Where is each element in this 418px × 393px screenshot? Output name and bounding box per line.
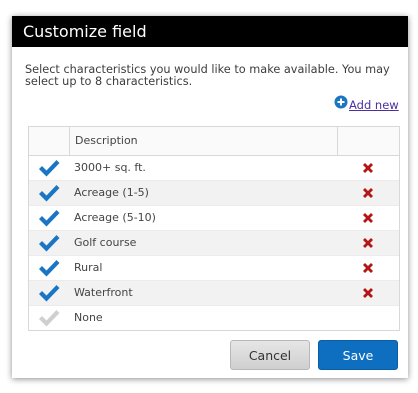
delete-x-icon[interactable] xyxy=(362,212,374,224)
checkmark-unselected-icon[interactable] xyxy=(38,309,60,328)
add-new-label[interactable]: Add new xyxy=(349,98,399,112)
table-row[interactable]: Golf course xyxy=(29,231,399,256)
instructions-text: Select characteristics you would like to… xyxy=(25,63,390,88)
row-description: Rural xyxy=(74,261,103,274)
table-row[interactable]: None xyxy=(29,306,399,330)
table-row[interactable]: Acreage (5-10) xyxy=(29,206,399,231)
check-cell xyxy=(29,184,69,203)
row-description: Waterfront xyxy=(74,286,133,299)
dialog-titlebar: Customize field xyxy=(12,16,408,47)
table-row[interactable]: Acreage (1-5) xyxy=(29,181,399,206)
characteristics-grid: Description 3000+ sq. ft. Acreage (1-5) Ac… xyxy=(28,126,400,331)
checkmark-icon[interactable] xyxy=(38,284,60,303)
grid-body: 3000+ sq. ft. Acreage (1-5) Acreage (5-10)… xyxy=(29,156,399,330)
grid-header: Description xyxy=(29,127,399,156)
header-check-column xyxy=(29,127,70,155)
row-description: Acreage (5-10) xyxy=(74,211,156,224)
row-description: Acreage (1-5) xyxy=(74,186,149,199)
header-delete-column xyxy=(338,127,399,155)
check-cell xyxy=(29,159,69,178)
delete-cell xyxy=(337,287,399,299)
check-cell xyxy=(29,259,69,278)
delete-x-icon[interactable] xyxy=(362,287,374,299)
dialog-title: Customize field xyxy=(23,22,147,41)
delete-x-icon[interactable] xyxy=(362,187,374,199)
add-new-link[interactable]: Add new xyxy=(334,93,399,112)
save-button[interactable]: Save xyxy=(318,340,398,370)
plus-circle-icon xyxy=(334,95,348,109)
delete-cell xyxy=(337,187,399,199)
delete-cell xyxy=(337,262,399,274)
checkmark-icon[interactable] xyxy=(38,209,60,228)
checkmark-icon[interactable] xyxy=(38,184,60,203)
row-description: None xyxy=(74,311,103,324)
table-row[interactable]: 3000+ sq. ft. xyxy=(29,156,399,181)
delete-cell xyxy=(337,237,399,249)
delete-x-icon[interactable] xyxy=(362,262,374,274)
delete-cell xyxy=(337,162,399,174)
header-description: Description xyxy=(70,127,338,155)
delete-x-icon[interactable] xyxy=(362,162,374,174)
table-row[interactable]: Rural xyxy=(29,256,399,281)
row-description: Golf course xyxy=(74,236,137,249)
customize-field-dialog: Customize field Select characteristics y… xyxy=(12,16,408,378)
checkmark-icon[interactable] xyxy=(38,159,60,178)
check-cell xyxy=(29,209,69,228)
check-cell xyxy=(29,309,69,328)
check-cell xyxy=(29,284,69,303)
cancel-button[interactable]: Cancel xyxy=(230,340,310,370)
table-row[interactable]: Waterfront xyxy=(29,281,399,306)
checkmark-icon[interactable] xyxy=(38,234,60,253)
delete-cell xyxy=(337,212,399,224)
delete-x-icon[interactable] xyxy=(362,237,374,249)
row-description: 3000+ sq. ft. xyxy=(74,161,146,174)
checkmark-icon[interactable] xyxy=(38,259,60,278)
check-cell xyxy=(29,234,69,253)
